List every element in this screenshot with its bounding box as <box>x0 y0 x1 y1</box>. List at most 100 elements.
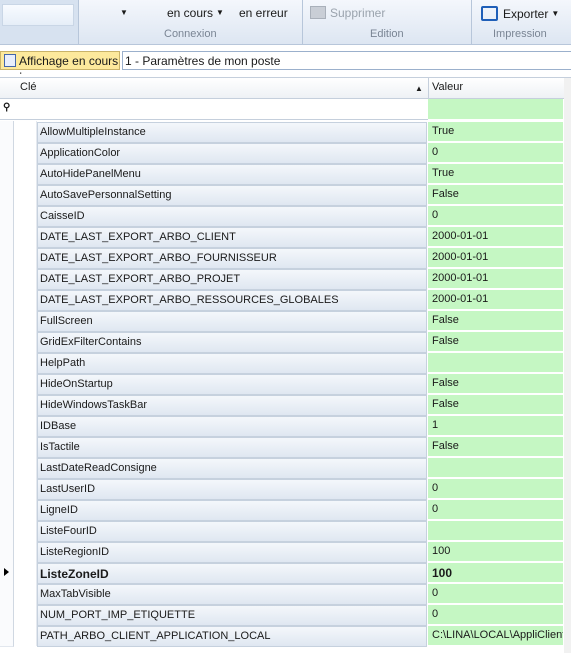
row-value-cell[interactable]: 0 <box>428 206 563 226</box>
row-key-cell[interactable]: ListeFourID <box>37 521 427 542</box>
row-key-cell[interactable]: ListeZoneID <box>37 563 427 584</box>
row-value-cell[interactable]: 2000-01-01 <box>428 290 563 310</box>
row-indicator[interactable] <box>0 415 14 437</box>
row-key-cell[interactable]: AutoSavePersonnalSetting <box>37 185 427 206</box>
row-key-cell[interactable]: AutoHidePanelMenu <box>37 164 427 185</box>
row-indicator[interactable] <box>0 520 14 542</box>
en-erreur-button[interactable]: en erreur <box>239 6 288 20</box>
row-key-cell[interactable]: IDBase <box>37 416 427 437</box>
row-value-cell[interactable]: 0 <box>428 500 563 520</box>
row-indicator[interactable] <box>0 541 14 563</box>
row-key-cell[interactable]: MaxTabVisible <box>37 584 427 605</box>
column-header-key[interactable]: Clé ▲ <box>0 78 429 99</box>
table-row[interactable]: CaisseID 0 <box>0 205 571 227</box>
row-value-cell[interactable] <box>428 521 563 541</box>
exporter-button[interactable]: Exporter ▼ <box>481 6 559 21</box>
row-value-cell[interactable]: 0 <box>428 143 563 163</box>
ribbon-left-field[interactable] <box>2 4 74 26</box>
table-row[interactable]: FullScreen False <box>0 310 571 332</box>
table-row[interactable]: ListeFourID <box>0 520 571 542</box>
row-key-cell[interactable]: HideWindowsTaskBar <box>37 395 427 416</box>
row-indicator[interactable] <box>0 121 14 143</box>
row-value-cell[interactable]: 0 <box>428 605 563 625</box>
row-indicator[interactable] <box>0 625 14 647</box>
filter-row-value[interactable] <box>428 99 563 119</box>
row-key-cell[interactable]: DATE_LAST_EXPORT_ARBO_CLIENT <box>37 227 427 248</box>
row-indicator[interactable] <box>0 583 14 605</box>
row-key-cell[interactable]: GridExFilterContains <box>37 332 427 353</box>
row-value-cell[interactable] <box>428 353 563 373</box>
row-indicator[interactable] <box>0 457 14 479</box>
dropdown-arrow-button[interactable]: ▼ <box>117 6 128 20</box>
row-key-cell[interactable]: HelpPath <box>37 353 427 374</box>
table-row[interactable]: MaxTabVisible 0 <box>0 583 571 605</box>
row-key-cell[interactable]: DATE_LAST_EXPORT_ARBO_RESSOURCES_GLOBALE… <box>37 290 427 311</box>
table-row[interactable]: NUM_PORT_IMP_ETIQUETTE 0 <box>0 604 571 626</box>
row-indicator[interactable] <box>0 499 14 521</box>
row-indicator[interactable] <box>0 205 14 227</box>
row-key-cell[interactable]: CaisseID <box>37 206 427 227</box>
row-indicator[interactable] <box>0 226 14 248</box>
row-key-cell[interactable]: FullScreen <box>37 311 427 332</box>
table-row[interactable]: AutoSavePersonnalSetting False <box>0 184 571 206</box>
row-indicator[interactable] <box>0 289 14 311</box>
table-row[interactable]: LastDateReadConsigne <box>0 457 571 479</box>
row-value-cell[interactable]: 0 <box>428 479 563 499</box>
current-view-selector[interactable]: 1 - Paramètres de mon poste <box>122 51 571 70</box>
row-indicator[interactable] <box>0 247 14 269</box>
row-key-cell[interactable]: ApplicationColor <box>37 143 427 164</box>
row-key-cell[interactable]: NUM_PORT_IMP_ETIQUETTE <box>37 605 427 626</box>
row-value-cell[interactable]: False <box>428 311 563 331</box>
table-row[interactable]: IDBase 1 <box>0 415 571 437</box>
table-row[interactable]: AutoHidePanelMenu True <box>0 163 571 185</box>
row-key-cell[interactable]: LastDateReadConsigne <box>37 458 427 479</box>
row-indicator[interactable] <box>0 352 14 374</box>
en-cours-button[interactable]: en cours ▼ <box>167 6 224 20</box>
column-header-value[interactable]: Valeur <box>429 78 571 99</box>
row-indicator[interactable] <box>0 394 14 416</box>
row-indicator[interactable] <box>0 310 14 332</box>
row-value-cell[interactable]: 100 <box>428 563 563 583</box>
table-row[interactable]: LastUserID 0 <box>0 478 571 500</box>
row-key-cell[interactable]: ListeRegionID <box>37 542 427 563</box>
table-row[interactable]: AllowMultipleInstance True <box>0 121 571 143</box>
row-indicator[interactable] <box>0 436 14 458</box>
row-indicator[interactable] <box>0 478 14 500</box>
table-row[interactable]: PATH_ARBO_CLIENT_APPLICATION_LOCAL C:\LIN… <box>0 625 571 647</box>
supprimer-button[interactable]: Supprimer <box>310 6 385 20</box>
table-row[interactable]: LigneID 0 <box>0 499 571 521</box>
table-row[interactable]: DATE_LAST_EXPORT_ARBO_FOURNISSEUR 2000-01… <box>0 247 571 269</box>
row-value-cell[interactable]: False <box>428 437 563 457</box>
row-indicator[interactable] <box>0 562 14 584</box>
row-key-cell[interactable]: IsTactile <box>37 437 427 458</box>
row-value-cell[interactable] <box>428 458 563 478</box>
row-value-cell[interactable]: True <box>428 122 563 142</box>
table-row[interactable]: DATE_LAST_EXPORT_ARBO_PROJET 2000-01-01 <box>0 268 571 290</box>
table-row[interactable]: ListeZoneID 100 <box>0 562 571 584</box>
filter-row-key[interactable]: ⚲ <box>0 99 428 120</box>
row-indicator[interactable] <box>0 373 14 395</box>
row-value-cell[interactable]: 2000-01-01 <box>428 227 563 247</box>
table-row[interactable]: DATE_LAST_EXPORT_ARBO_RESSOURCES_GLOBALE… <box>0 289 571 311</box>
row-value-cell[interactable]: False <box>428 374 563 394</box>
row-indicator[interactable] <box>0 184 14 206</box>
table-row[interactable]: IsTactile False <box>0 436 571 458</box>
row-value-cell[interactable]: False <box>428 395 563 415</box>
row-value-cell[interactable]: False <box>428 185 563 205</box>
row-indicator[interactable] <box>0 604 14 626</box>
row-indicator[interactable] <box>0 142 14 164</box>
vertical-scrollbar[interactable] <box>564 78 571 653</box>
row-key-cell[interactable]: LigneID <box>37 500 427 521</box>
table-row[interactable]: HideOnStartup False <box>0 373 571 395</box>
row-key-cell[interactable]: PATH_ARBO_CLIENT_APPLICATION_LOCAL <box>37 626 427 647</box>
row-value-cell[interactable]: 1 <box>428 416 563 436</box>
row-indicator[interactable] <box>0 268 14 290</box>
table-row[interactable]: GridExFilterContains False <box>0 331 571 353</box>
row-value-cell[interactable]: 2000-01-01 <box>428 269 563 289</box>
row-value-cell[interactable]: 100 <box>428 542 563 562</box>
row-key-cell[interactable]: DATE_LAST_EXPORT_ARBO_PROJET <box>37 269 427 290</box>
row-value-cell[interactable]: C:\LINA\LOCAL\AppliClient <box>428 626 563 646</box>
table-row[interactable]: HideWindowsTaskBar False <box>0 394 571 416</box>
row-key-cell[interactable]: HideOnStartup <box>37 374 427 395</box>
table-row[interactable]: ListeRegionID 100 <box>0 541 571 563</box>
